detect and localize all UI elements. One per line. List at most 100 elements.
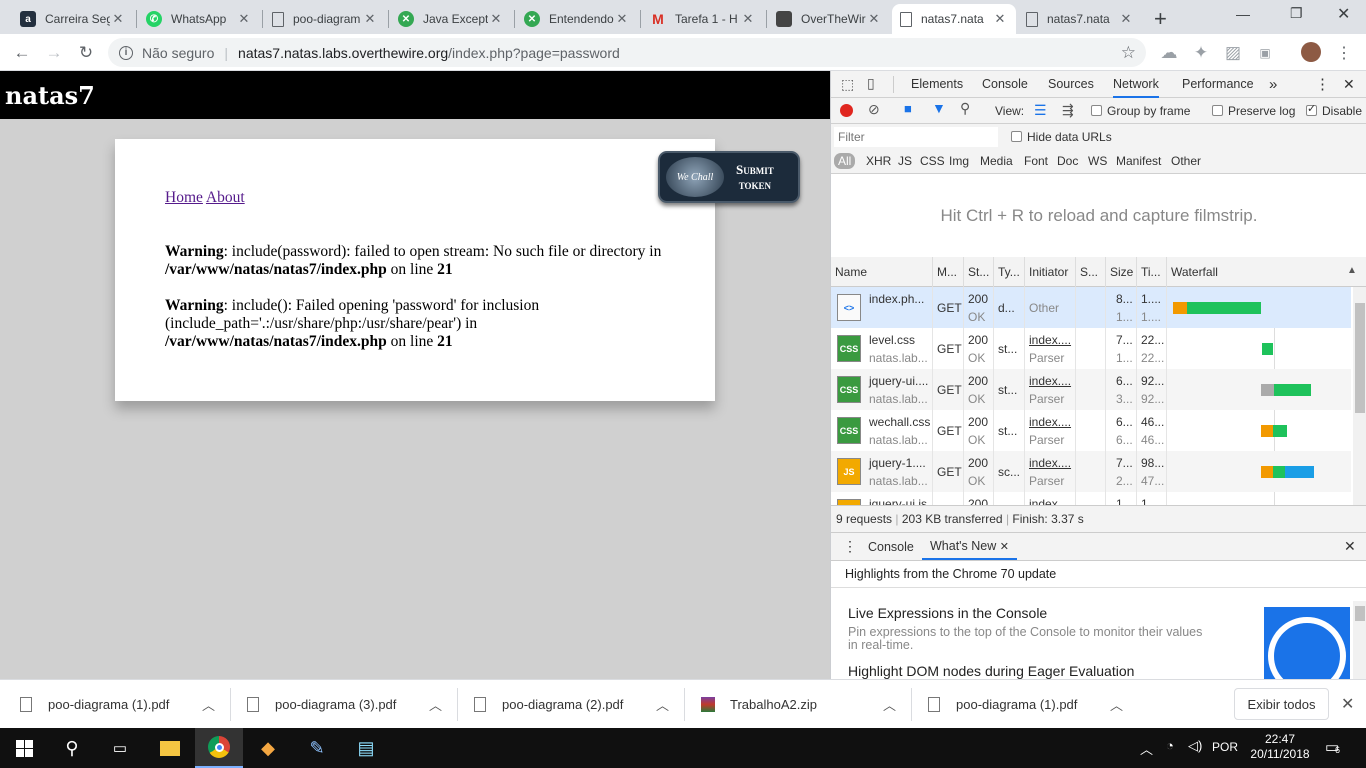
minimize-icon[interactable]: — — [1236, 6, 1250, 22]
search-icon[interactable]: ⚲ — [48, 728, 96, 768]
type-filter-js[interactable]: JS — [898, 154, 912, 168]
chevron-up-icon[interactable]: ︿ — [1110, 695, 1123, 714]
git-app-icon[interactable]: ◆ — [244, 728, 292, 768]
type-filter-doc[interactable]: Doc — [1057, 154, 1078, 168]
table-row[interactable]: <> index.ph... GET 200 OK d... Other 8... 1… — [831, 287, 1351, 328]
col-time[interactable]: Ti... — [1137, 257, 1167, 287]
chevron-up-icon[interactable]: ︿ — [202, 695, 215, 714]
windows-start-icon[interactable] — [0, 728, 48, 768]
type-filter-other[interactable]: Other — [1171, 154, 1201, 168]
address-bar[interactable]: i Não seguro | natas7.natas.labs.overthe… — [108, 38, 1146, 67]
tab-network[interactable]: Network — [1113, 71, 1159, 98]
table-row[interactable]: JSjquery-ui.js 200 index 1 1 — [831, 492, 1351, 505]
search-icon[interactable]: ⚲ — [960, 100, 970, 117]
task-view-icon[interactable]: ▭ — [96, 728, 144, 768]
col-status[interactable]: St... — [964, 257, 994, 287]
table-row[interactable]: CSS level.css natas.lab... GET 200 OK st...… — [831, 328, 1351, 369]
menu-icon[interactable]: ⋮ — [1333, 42, 1355, 64]
chevron-up-icon[interactable]: ︿ — [883, 695, 896, 714]
network-icon[interactable]: ◔ — [1166, 738, 1174, 753]
camera-icon[interactable]: ■ — [904, 101, 912, 116]
close-icon[interactable]: ✕ — [614, 11, 630, 27]
drawer-close-icon[interactable]: ✕ — [1344, 538, 1356, 555]
close-downloads-icon[interactable]: ✕ — [1341, 694, 1354, 714]
paint-app-icon[interactable]: ✎ — [293, 728, 341, 768]
close-icon[interactable]: ✕ — [1118, 11, 1134, 27]
close-icon[interactable]: ✕ — [236, 11, 252, 27]
home-link[interactable]: Home — [165, 189, 203, 206]
browser-tab[interactable]: OverTheWir ✕ — [768, 4, 890, 34]
whats-new-item-title[interactable]: Live Expressions in the Console — [848, 605, 1047, 621]
drawer-scrollbar[interactable] — [1353, 601, 1366, 679]
table-row[interactable]: JS jquery-1.... natas.lab... GET 200 OK sc.… — [831, 451, 1351, 492]
col-waterfall[interactable]: Waterfall — [1167, 257, 1351, 287]
download-item[interactable]: poo-diagrama (2).pdf ︿ — [474, 680, 674, 729]
col-initiator[interactable]: Initiator — [1025, 257, 1076, 287]
type-filter-media[interactable]: Media — [980, 154, 1013, 168]
download-item[interactable]: poo-diagrama (1).pdf ︿ — [20, 680, 220, 729]
browser-tab[interactable]: natas7.nata ✕ — [1018, 4, 1142, 34]
inspect-icon[interactable]: ⬚ — [841, 76, 854, 93]
window-close-icon[interactable]: ✕ — [1337, 4, 1350, 24]
tab-console[interactable]: Console — [982, 71, 1028, 98]
browser-tab[interactable]: poo-diagram ✕ — [264, 4, 386, 34]
clock[interactable]: 22:47 20/11/2018 — [1250, 732, 1310, 762]
reload-icon[interactable]: ↻ — [75, 42, 97, 64]
filter-input[interactable] — [834, 127, 998, 147]
extension-icon[interactable]: ✦ — [1190, 42, 1212, 64]
type-filter-css[interactable]: CSS — [920, 154, 945, 168]
browser-tab[interactable]: ✆ WhatsApp ✕ — [138, 4, 260, 34]
browser-tab[interactable]: M Tarefa 1 - H ✕ — [642, 4, 764, 34]
type-filter-xhr[interactable]: XHR — [866, 154, 891, 168]
volume-icon[interactable]: ◁) — [1188, 738, 1202, 754]
browser-tab-active[interactable]: natas7.nata ✕ — [892, 4, 1016, 34]
type-filter-img[interactable]: Img — [949, 154, 969, 168]
file-explorer-icon[interactable] — [146, 728, 194, 768]
info-icon[interactable]: i — [119, 45, 133, 60]
submit-token-button[interactable]: We Chall Submit token — [658, 151, 800, 203]
filter-icon[interactable]: ▼ — [932, 100, 946, 116]
disable-cache-checkbox[interactable]: Disable — [1306, 102, 1362, 118]
col-s[interactable]: S... — [1076, 257, 1106, 287]
tab-elements[interactable]: Elements — [911, 71, 963, 98]
show-all-downloads-button[interactable]: Exibir todos — [1234, 688, 1329, 720]
maximize-icon[interactable]: ❐ — [1290, 5, 1303, 22]
browser-tab[interactable]: ✕ Entendendo ✕ — [516, 4, 638, 34]
clear-icon[interactable]: ⊘ — [868, 101, 880, 118]
table-row[interactable]: CSS wechall.css natas.lab... GET 200 OK st.… — [831, 410, 1351, 451]
col-type[interactable]: Ty... — [994, 257, 1025, 287]
drawer-tab-console[interactable]: Console — [868, 533, 914, 560]
waterfall-view-icon[interactable]: ⇶ — [1062, 102, 1074, 119]
chrome-icon[interactable] — [195, 728, 243, 768]
close-icon[interactable]: ✕ — [362, 11, 378, 27]
notifications-icon[interactable]: ▭ 6 — [1325, 738, 1340, 756]
show-hidden-icons[interactable]: ︿ — [1140, 739, 1153, 758]
notepad-app-icon[interactable]: ▤ — [342, 728, 390, 768]
preserve-log-checkbox[interactable]: Preserve log — [1212, 104, 1295, 118]
forward-icon[interactable]: → — [43, 42, 65, 64]
devtools-menu-icon[interactable]: ⋮ — [1315, 71, 1330, 98]
extension-icon[interactable]: ▨ — [1222, 42, 1244, 64]
type-filter-all[interactable]: All — [834, 153, 856, 169]
chevron-up-icon[interactable]: ︿ — [429, 695, 442, 714]
close-icon[interactable]: ✕ — [740, 11, 756, 27]
hide-data-urls-checkbox[interactable]: Hide data URLs — [1011, 130, 1112, 144]
download-item[interactable]: poo-diagrama (3).pdf ︿ — [247, 680, 447, 729]
col-method[interactable]: M... — [933, 257, 964, 287]
close-icon[interactable]: ✕ — [866, 11, 882, 27]
devtools-close-icon[interactable]: ✕ — [1343, 71, 1355, 98]
col-name[interactable]: Name — [831, 257, 933, 287]
chevron-up-icon[interactable]: ︿ — [656, 695, 669, 714]
table-scrollbar[interactable] — [1353, 287, 1366, 505]
download-item[interactable]: TrabalhoA2.zip ︿ — [701, 680, 901, 729]
type-filter-ws[interactable]: WS — [1088, 154, 1107, 168]
close-icon[interactable]: ✕ — [110, 11, 126, 27]
drawer-tab-whats-new[interactable]: What's New ✕ — [922, 533, 1017, 560]
table-row[interactable]: CSS jquery-ui.... natas.lab... GET 200 OK s… — [831, 369, 1351, 410]
list-view-icon[interactable]: ☰ — [1034, 102, 1047, 119]
group-by-frame-checkbox[interactable]: Group by frame — [1091, 104, 1190, 118]
extension-icon[interactable]: ☁ — [1158, 42, 1180, 64]
type-filter-manifest[interactable]: Manifest — [1116, 154, 1161, 168]
language-indicator[interactable]: POR — [1212, 740, 1238, 754]
browser-tab[interactable]: ✕ Java Excepti ✕ — [390, 4, 512, 34]
